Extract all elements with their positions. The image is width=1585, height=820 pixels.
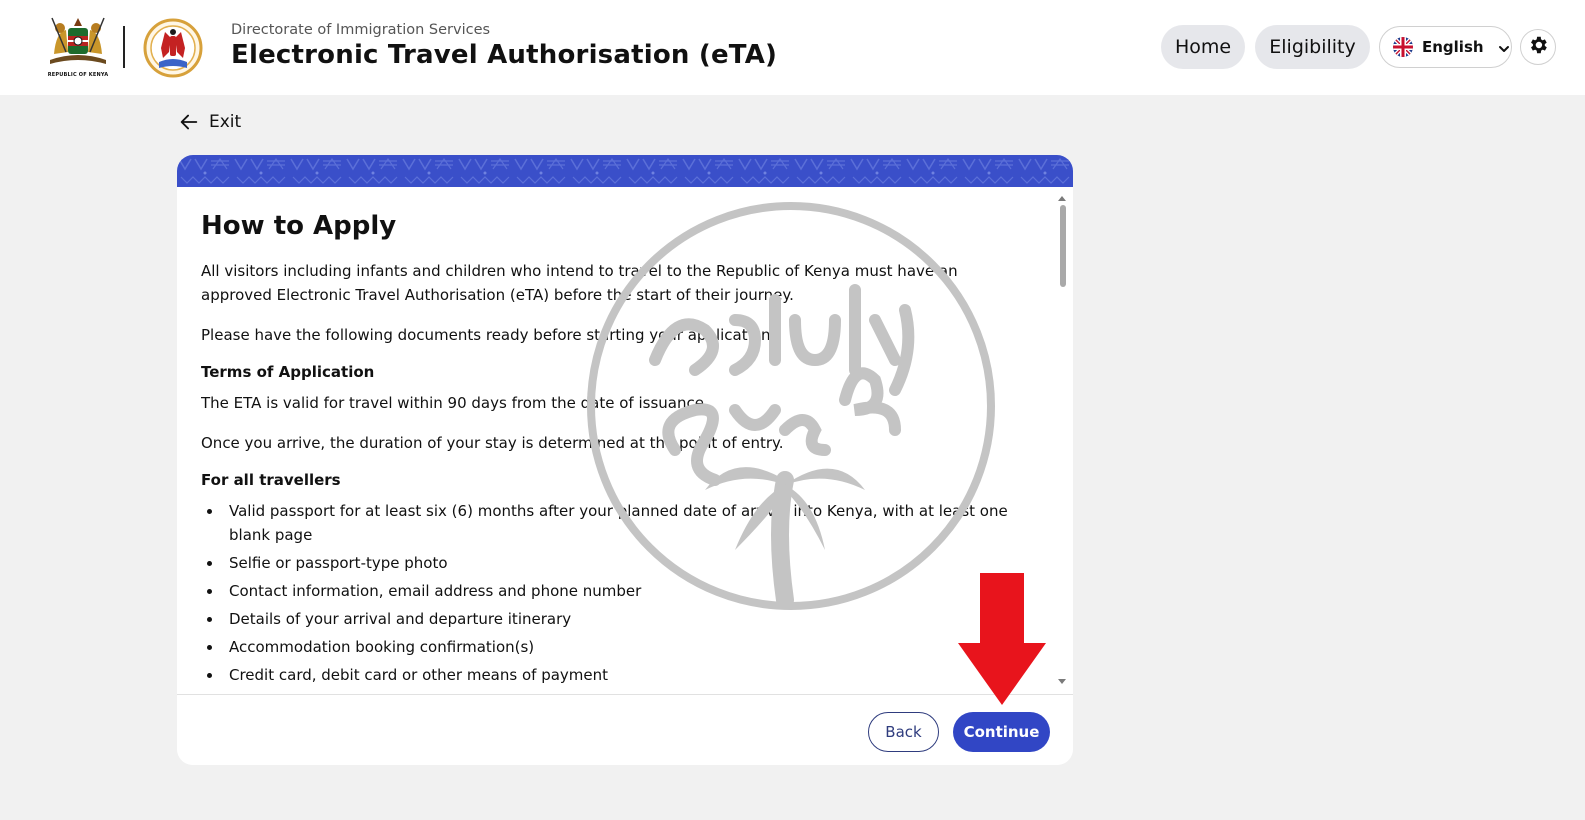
bullet <box>207 589 212 594</box>
decorative-banner <box>177 155 1073 187</box>
exit-label: Exit <box>209 112 242 132</box>
intro-paragraph: All visitors including infants and child… <box>201 262 958 304</box>
logo-divider <box>123 26 125 68</box>
bullet <box>207 561 212 566</box>
list-item: Contact information, email address and p… <box>201 579 1021 603</box>
bullet <box>207 617 212 622</box>
coat-caption: REPUBLIC OF KENYA <box>47 72 109 78</box>
settings-button[interactable] <box>1520 29 1556 65</box>
scrollbar-thumb[interactable] <box>1060 205 1066 287</box>
kenya-coat-of-arms-logo: REPUBLIC OF KENYA <box>46 14 110 82</box>
back-button[interactable]: Back <box>868 712 939 752</box>
arrow-left-icon <box>180 114 198 130</box>
all-travellers-heading: For all travellers <box>201 471 341 489</box>
scroll-down-arrow-icon[interactable] <box>1055 673 1069 685</box>
how-to-apply-card: How to Apply All visitors including infa… <box>177 155 1073 765</box>
gear-icon <box>1527 34 1549 60</box>
documents-note: Please have the following documents read… <box>201 326 776 344</box>
immigration-seal-logo <box>141 18 205 78</box>
list-item: Valid passport for at least six (6) mont… <box>201 499 1021 547</box>
page-title: Electronic Travel Authorisation (eTA) <box>231 40 778 70</box>
chevron-down-icon <box>1498 41 1510 53</box>
bullet <box>207 645 212 650</box>
nav-home-button[interactable]: Home <box>1161 25 1245 69</box>
bullet <box>207 509 212 514</box>
requirements-list: Valid passport for at least six (6) mont… <box>201 499 1021 687</box>
list-item: Selfie or passport-type photo <box>201 551 1021 575</box>
language-label: English <box>1422 38 1484 56</box>
list-item: Credit card, debit card or other means o… <box>201 663 1021 687</box>
exit-link[interactable]: Exit <box>178 111 241 133</box>
nav-eligibility-button[interactable]: Eligibility <box>1255 25 1370 69</box>
bullet <box>207 673 212 678</box>
scroll-up-arrow-icon[interactable] <box>1055 189 1069 201</box>
continue-button[interactable]: Continue <box>953 712 1050 752</box>
validity-text: The ETA is valid for travel within 90 da… <box>201 394 709 412</box>
list-item: Accommodation booking confirmation(s) <box>201 635 1021 659</box>
language-selector[interactable]: English <box>1379 26 1512 68</box>
list-item: Details of your arrival and departure it… <box>201 607 1021 631</box>
agency-name: Directorate of Immigration Services <box>231 22 491 38</box>
section-heading: How to Apply <box>201 211 397 241</box>
card-footer: Back Continue <box>177 694 1073 765</box>
terms-heading: Terms of Application <box>201 363 375 381</box>
site-header: REPUBLIC OF KENYA Directorate of Immigra… <box>0 0 1585 95</box>
uk-flag-icon <box>1393 37 1413 57</box>
duration-text: Once you arrive, the duration of your st… <box>201 434 784 452</box>
scrollable-content: How to Apply All visitors including infa… <box>201 207 1021 697</box>
